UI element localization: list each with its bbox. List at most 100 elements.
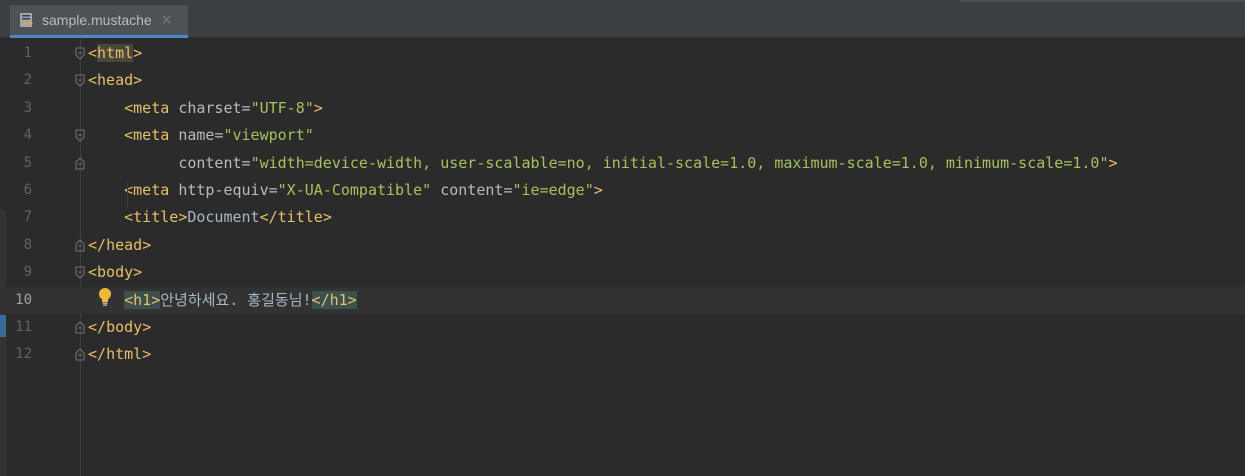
fold-marker-icon[interactable] xyxy=(75,156,85,170)
code-token: </ xyxy=(259,208,278,227)
code-token: > xyxy=(322,208,332,227)
code-token: 안녕하세요. 홍길동님! xyxy=(160,290,312,309)
code-text[interactable]: <html> xyxy=(88,40,142,67)
code-token: > xyxy=(142,318,152,336)
code-token: meta xyxy=(133,181,170,199)
code-token: body xyxy=(97,263,134,282)
fold-marker-icon[interactable] xyxy=(75,74,85,88)
fold-marker-icon[interactable] xyxy=(75,239,85,252)
code-token: html xyxy=(97,44,134,62)
code-line[interactable]: 3 <meta charset="UTF-8"> xyxy=(0,95,1245,122)
code-token: "X-UA-Compatible" xyxy=(277,181,432,199)
code-token: html xyxy=(106,345,143,364)
code-token: < xyxy=(88,263,98,282)
code-line[interactable]: 2 <head> xyxy=(0,67,1245,94)
code-token: http-equiv xyxy=(178,181,269,199)
code-token: > xyxy=(133,263,143,282)
code-token: > xyxy=(593,181,603,199)
line-number: 1 xyxy=(23,45,32,61)
code-text[interactable]: <meta charset="UTF-8"> xyxy=(88,95,323,122)
code-text[interactable]: </body> xyxy=(88,314,151,341)
line-number: 9 xyxy=(23,264,32,281)
code-editor[interactable]: 1 <html> 2 <head> 3 <meta charset="UTF-8"> 4 … xyxy=(0,38,1245,476)
code-token: meta xyxy=(133,98,170,117)
code-line[interactable]: 9 <body> xyxy=(0,259,1245,286)
code-token: > xyxy=(151,290,161,309)
code-text[interactable]: <body> xyxy=(88,259,142,286)
code-line[interactable]: 4 <meta name="viewport" xyxy=(0,122,1245,149)
code-line[interactable]: 8 </head> xyxy=(0,232,1245,259)
code-text[interactable]: <meta http-equiv="X-UA-Compatible" conte… xyxy=(88,177,603,204)
code-token: > xyxy=(142,345,152,364)
code-text[interactable]: <head> xyxy=(88,67,142,94)
code-token: content xyxy=(440,181,504,199)
mustache-file-icon xyxy=(19,12,36,28)
code-token: head xyxy=(97,71,134,90)
fold-marker-icon[interactable] xyxy=(75,348,85,361)
line-number: 3 xyxy=(23,99,32,116)
line-number: 10 xyxy=(15,291,32,308)
code-token: > xyxy=(347,290,357,309)
code-token: < xyxy=(124,126,134,145)
code-line[interactable]: 11 </body> xyxy=(0,314,1245,341)
code-token: < xyxy=(124,98,134,117)
code-line[interactable]: 6 <meta http-equiv="X-UA-Compatible" con… xyxy=(0,177,1245,204)
code-token: title xyxy=(133,208,179,227)
code-token: head xyxy=(106,235,143,254)
code-text[interactable]: </head> xyxy=(88,232,151,259)
code-token: > xyxy=(178,208,188,227)
code-line[interactable]: 12 </html> xyxy=(0,341,1245,368)
fold-marker-icon[interactable] xyxy=(75,129,85,142)
close-icon[interactable]: × xyxy=(161,13,173,27)
line-number: 5 xyxy=(23,154,32,171)
code-token: "viewport" xyxy=(223,126,314,145)
code-token: < xyxy=(88,44,98,62)
code-token: title xyxy=(277,208,323,227)
tab-filename: sample.mustache xyxy=(42,12,152,28)
code-text[interactable]: <title>Document</title> xyxy=(88,204,332,231)
code-line[interactable]: 7 <title>Document</title> xyxy=(0,204,1245,231)
tab-sample-mustache[interactable]: sample.mustache × xyxy=(10,5,188,38)
code-token: > xyxy=(133,44,143,62)
ide-window: sample.mustache × 1 <html> 2 <head> 3 <meta … xyxy=(0,0,1245,476)
code-token: Document xyxy=(187,208,260,227)
code-line[interactable]: 1 <html> xyxy=(0,40,1245,67)
fold-marker-icon[interactable] xyxy=(75,266,85,279)
code-line[interactable]: 10 <h1>안녕하세요. 홍길동님!</h1> xyxy=(0,286,1245,314)
tabbar-divider xyxy=(960,0,1245,2)
code-token: meta xyxy=(133,126,170,145)
code-line[interactable]: 5 content="width=device-width, user-scal… xyxy=(0,150,1245,177)
line-number: 2 xyxy=(23,72,32,89)
code-token: > xyxy=(1108,153,1118,172)
code-token: </ xyxy=(88,235,107,254)
code-text[interactable]: <meta name="viewport" xyxy=(88,122,314,149)
code-token: "UTF-8" xyxy=(250,98,314,117)
code-token: < xyxy=(124,208,134,227)
line-number: 4 xyxy=(23,127,32,144)
code-text[interactable]: <h1>안녕하세요. 홍길동님!</h1> xyxy=(88,287,357,314)
code-token: > xyxy=(313,98,323,117)
lightbulb-icon[interactable] xyxy=(97,287,113,307)
code-text[interactable]: content="width=device-width, user-scalab… xyxy=(88,150,1118,177)
code-token: "width=device-width, user-scalable=no, i… xyxy=(250,153,1109,172)
code-token: > xyxy=(133,71,143,90)
code-token: </ xyxy=(88,318,107,336)
fold-marker-icon[interactable] xyxy=(75,321,85,334)
code-token: charset xyxy=(178,98,242,117)
code-token: = xyxy=(241,153,251,172)
code-token: h1 xyxy=(329,290,348,309)
editor-tab-bar: sample.mustache × xyxy=(0,0,1245,38)
code-token: </ xyxy=(88,345,107,364)
fold-marker-icon[interactable] xyxy=(75,47,85,60)
code-token: "ie=edge" xyxy=(512,181,594,199)
code-token: </ xyxy=(311,290,330,309)
code-token: < xyxy=(124,290,134,309)
code-text[interactable]: </html> xyxy=(88,341,151,368)
